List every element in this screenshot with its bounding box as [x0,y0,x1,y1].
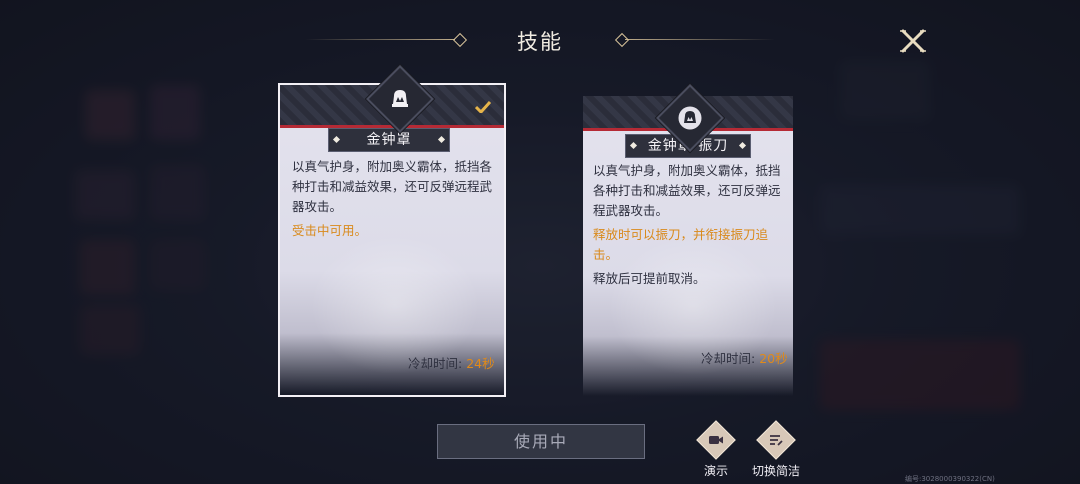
switch-simple-label: 切换简洁 [751,464,800,478]
cooldown-value: 24秒 [466,356,495,371]
selected-check-icon [475,101,491,113]
cooldown-row: 冷却时间: 24秒 [408,353,495,372]
skill-card-jinzhongzhao[interactable]: 金钟罩 以真气护身，附加奥义霸体，抵挡各种打击和减益效果，还可反弹远程武器攻击。… [278,83,506,397]
close-button[interactable] [897,27,929,55]
bell-icon [392,90,408,107]
cooldown-value: 20秒 [759,351,788,366]
build-id: 编号:3028000390322(CN) [905,475,995,483]
cooldown-label: 冷却时间: [701,351,756,366]
demo-label: 演示 [703,464,728,478]
cooldown-row: 冷却时间: 20秒 [701,348,788,367]
description-text: 以真气护身，附加奥义霸体，抵挡各种打击和减益效果，还可反弹远程武器攻击。 [292,159,493,214]
title-divider-right [625,39,775,40]
skill-description: 以真气护身，附加奥义霸体，抵挡各种打击和减益效果，还可反弹远程武器攻击。 释放时… [593,161,785,293]
description-highlight: 受击中可用。 [292,223,368,238]
skill-name: 金钟罩 [366,132,412,148]
use-button[interactable]: 使用中 [437,424,645,459]
skill-description: 以真气护身，附加奥义霸体，抵挡各种打击和减益效果，还可反弹远程武器攻击。 受击中… [292,157,494,245]
description-highlight: 释放时可以振刀，并衔接振刀追击。 [593,227,769,262]
close-icon [900,29,926,53]
switch-simple-button[interactable]: 切换简洁 [746,420,806,479]
video-camera-icon [709,436,723,444]
description-text: 以真气护身，附加奥义霸体，抵挡各种打击和减益效果，还可反弹远程武器攻击。 [593,163,781,218]
demo-button[interactable]: 演示 [686,420,746,479]
list-edit-icon [770,435,783,446]
bell-icon [677,105,703,131]
cooldown-label: 冷却时间: [408,356,463,371]
skill-name-plate: 金钟罩 [328,128,450,152]
description-note: 释放后可提前取消。 [593,271,706,286]
